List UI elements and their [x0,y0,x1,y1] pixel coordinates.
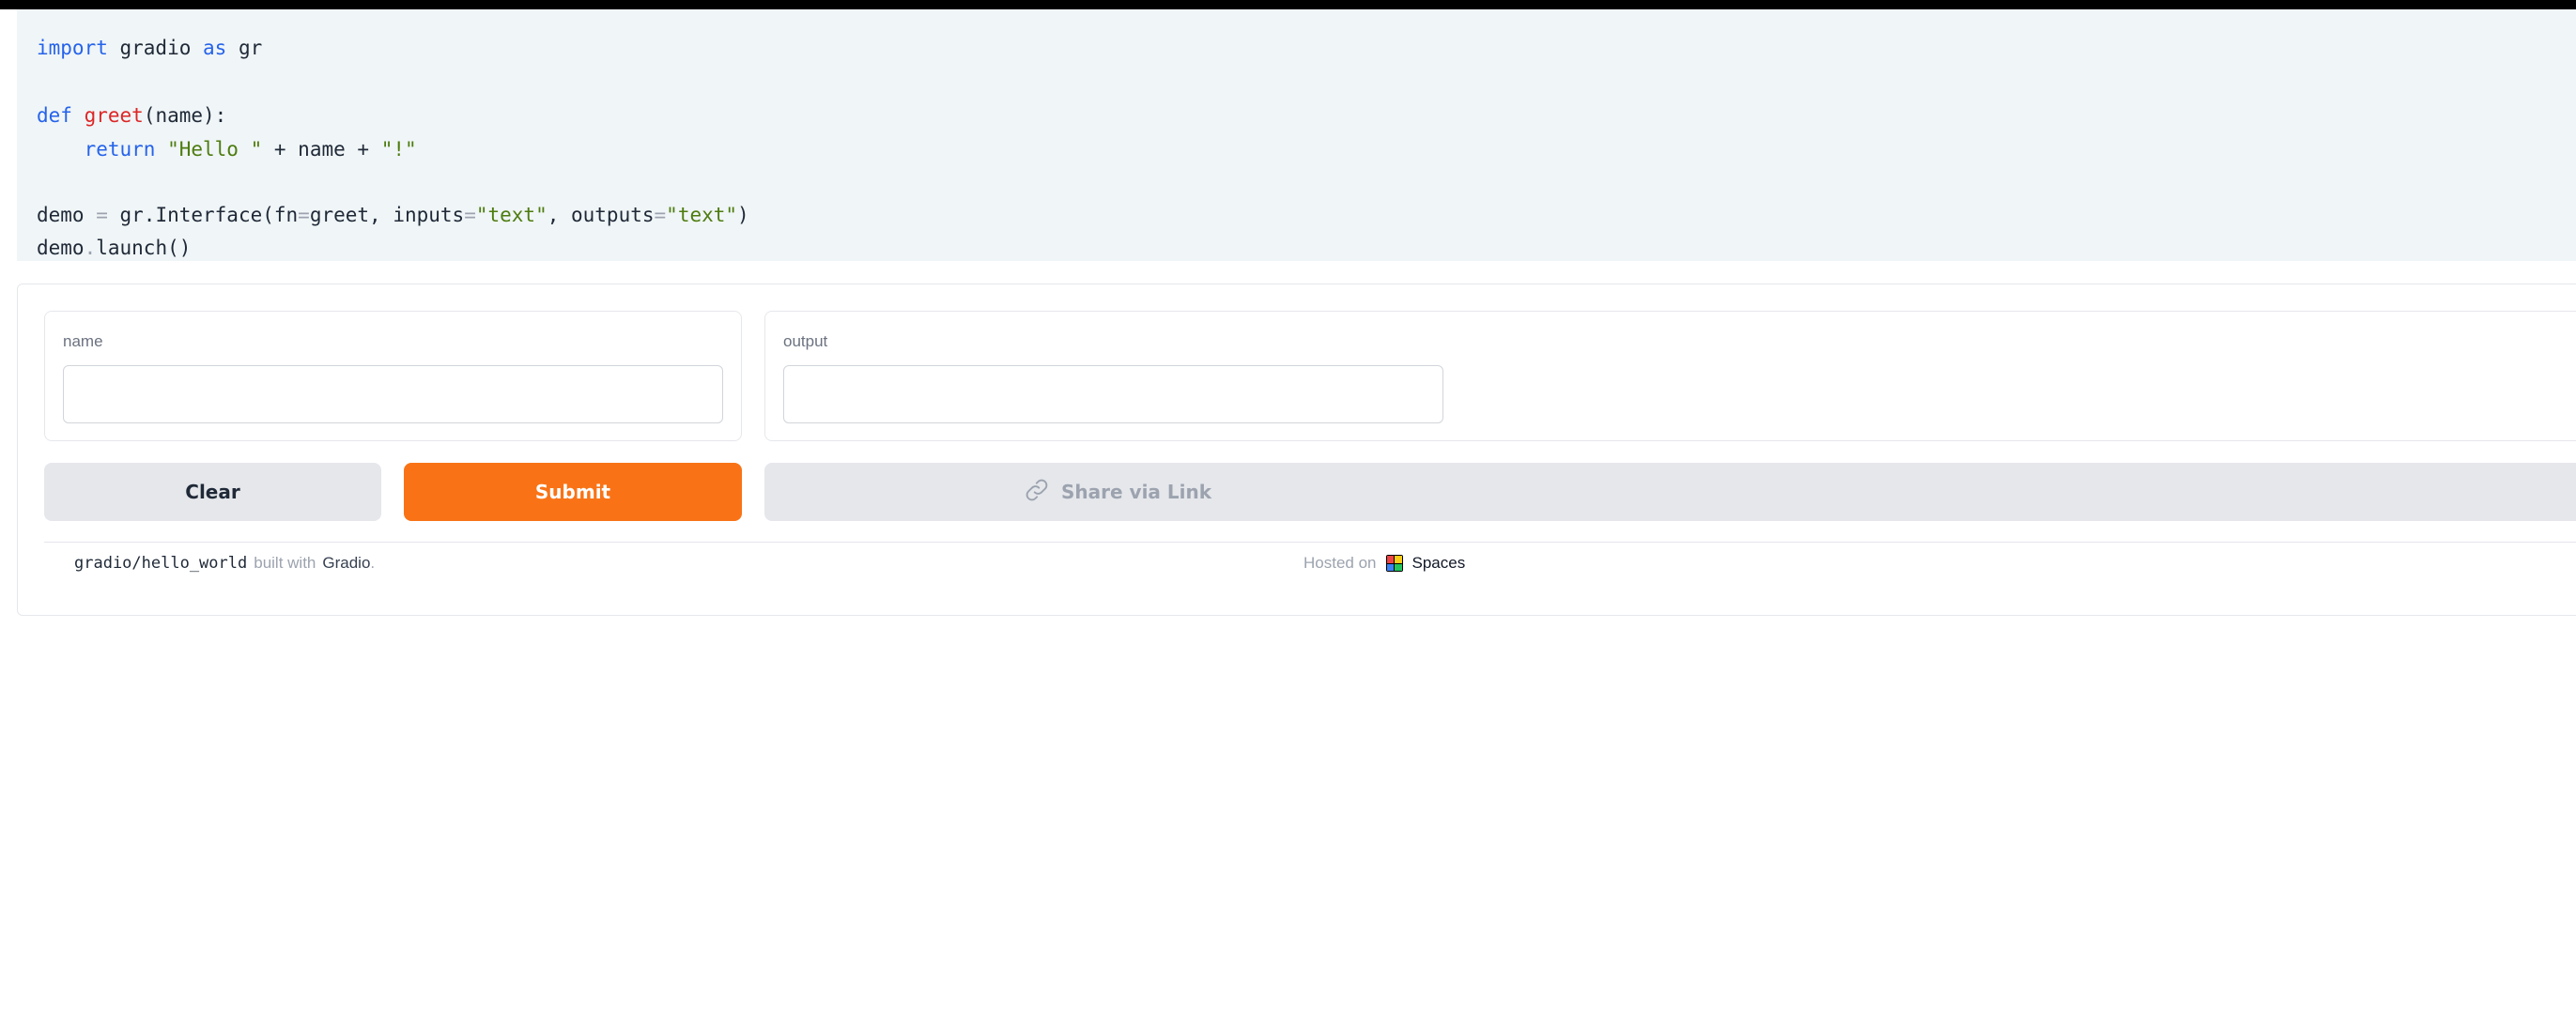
output-field[interactable] [784,366,1442,422]
clear-button[interactable]: Clear [44,463,381,521]
footer-period: . [370,554,376,572]
repo-link[interactable]: gradio/hello_world [74,554,247,573]
hosted-on[interactable]: Hosted on Spaces [1303,554,1465,573]
output-label: output [783,332,828,350]
top-bar [0,0,2576,9]
code-line-2: def greet(name): [37,104,227,127]
code-line-1: import gradio as gr [37,37,263,59]
code-line-4: demo = gr.Interface(fn=greet, inputs="te… [37,204,749,226]
gradio-demo: name output Clear Submit Share via Link … [17,284,2576,616]
gradio-link[interactable]: Gradio [322,554,370,573]
built-with-text: built with [254,554,316,572]
footer-credit: gradio/hello_world built with Gradio . [74,554,375,573]
footer-divider [44,542,2576,543]
output-panel: output [764,311,2576,441]
spaces-text: Spaces [1411,554,1466,572]
name-input[interactable] [64,366,722,422]
code-block: import gradio as gr def greet(name): ret… [17,9,2576,261]
link-icon [1024,477,1050,508]
code-line-3: return "Hello " + name + "!" [84,138,417,161]
name-textbox[interactable] [63,365,723,423]
share-button-label: Share via Link [1061,481,1212,503]
output-textbox[interactable] [783,365,1443,423]
share-button[interactable]: Share via Link [764,463,2576,521]
input-panel: name [44,311,742,441]
clear-button-label: Clear [185,481,240,503]
hosted-on-text: Hosted on [1303,554,1377,572]
submit-button[interactable]: Submit [404,463,742,521]
spaces-logo-icon [1385,555,1403,572]
submit-button-label: Submit [534,481,611,503]
name-label: name [63,332,103,350]
code-line-5: demo.launch() [37,237,192,259]
